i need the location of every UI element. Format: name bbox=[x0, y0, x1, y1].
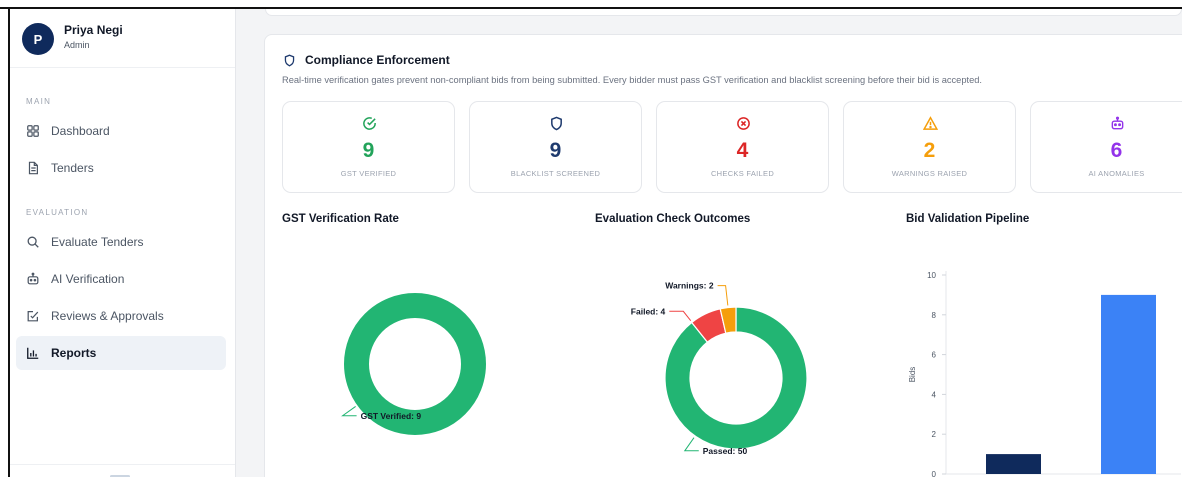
stat-value: 6 bbox=[1110, 139, 1123, 162]
stat-label: WARNINGS RAISED bbox=[891, 169, 968, 178]
callout-line bbox=[341, 406, 357, 417]
stat-card-blacklist-screened: 9 BLACKLIST SCREENED bbox=[469, 101, 642, 193]
stat-value: 2 bbox=[923, 139, 936, 162]
sidebar-item-label: Reviews & Approvals bbox=[51, 309, 164, 323]
y-tick-label: 10 bbox=[927, 271, 936, 280]
compliance-title: Compliance Enforcement bbox=[305, 53, 450, 67]
bar-chart-icon bbox=[27, 347, 39, 359]
stat-label: AI ANOMALIES bbox=[1088, 169, 1145, 178]
stat-card-gst-verified: 9 GST VERIFIED bbox=[282, 101, 455, 193]
window-top-border bbox=[0, 0, 1182, 9]
donut-slice-gst-verified[interactable] bbox=[344, 293, 486, 435]
shield-icon bbox=[284, 54, 295, 66]
sidebar-item-reviews-approvals[interactable]: Reviews & Approvals bbox=[16, 299, 226, 333]
main-content: Compliance Enforcement Real-time verific… bbox=[236, 9, 1182, 477]
chart-title-bid-validation-pipeline: Bid Validation Pipeline bbox=[906, 213, 1030, 225]
sidebar-item-tenders[interactable]: Tenders bbox=[16, 151, 226, 185]
shield-icon bbox=[551, 116, 562, 131]
sidebar-item-dashboard[interactable]: Dashboard bbox=[16, 114, 226, 148]
sidebar-item-label: Tenders bbox=[51, 161, 94, 175]
stat-value: 9 bbox=[362, 139, 375, 162]
sidebar-item-label: AI Verification bbox=[51, 272, 125, 286]
gst-verification-donut-chart: GST Verified: 9 bbox=[341, 293, 486, 435]
callout-label-failed: Failed: 4 bbox=[631, 306, 666, 316]
y-axis-label: Bids bbox=[908, 367, 917, 383]
check-circle-icon bbox=[363, 117, 376, 130]
bar-boq-price[interactable] bbox=[1101, 294, 1156, 474]
bar-company-info[interactable] bbox=[986, 454, 1041, 474]
robot-icon bbox=[27, 272, 39, 285]
stat-label: GST VERIFIED bbox=[340, 169, 397, 178]
sidebar-item-ai-verification[interactable]: AI Verification bbox=[16, 262, 226, 296]
y-tick-label: 2 bbox=[932, 430, 937, 439]
sidebar-divider bbox=[10, 464, 235, 465]
robot-icon bbox=[1111, 116, 1124, 130]
avatar[interactable]: P bbox=[22, 23, 54, 55]
sidebar-item-evaluate-tenders[interactable]: Evaluate Tenders bbox=[16, 225, 226, 259]
callout-line bbox=[683, 437, 699, 452]
document-icon bbox=[28, 161, 38, 175]
stat-label: BLACKLIST SCREENED bbox=[510, 169, 601, 178]
card-title: Compliance Enforcement bbox=[283, 53, 450, 67]
chart-title-gst-verification-rate: GST Verification Rate bbox=[282, 213, 399, 225]
user-profile[interactable]: P Priya Negi Admin bbox=[22, 23, 123, 55]
edit-checklist-icon bbox=[27, 311, 39, 322]
sidebar-item-label: Evaluate Tenders bbox=[51, 235, 144, 249]
stat-card-warnings-raised: 2 WARNINGS RAISED bbox=[843, 101, 1016, 193]
chart-title-evaluation-check-outcomes: Evaluation Check Outcomes bbox=[595, 213, 751, 225]
stat-value: 9 bbox=[549, 139, 562, 162]
stat-card-ai-anomalies: 6 AI ANOMALIES bbox=[1030, 101, 1182, 193]
sidebar-item-label: Reports bbox=[51, 346, 97, 360]
y-tick-label: 6 bbox=[932, 351, 937, 360]
callout-label-warnings: Warnings: 2 bbox=[665, 281, 714, 291]
y-tick-label: 4 bbox=[932, 390, 937, 399]
sidebar-item-reports[interactable]: Reports bbox=[16, 336, 226, 370]
search-icon bbox=[27, 236, 39, 248]
stat-label: CHECKS FAILED bbox=[710, 169, 775, 178]
callout-label-passed: Passed: 50 bbox=[703, 446, 748, 456]
window-left-border bbox=[0, 9, 10, 477]
callout-line bbox=[669, 310, 692, 322]
x-circle-icon bbox=[737, 117, 750, 130]
y-tick-label: 8 bbox=[932, 311, 937, 320]
previous-card-edge bbox=[265, 9, 1182, 16]
sidebar-item-label: Dashboard bbox=[51, 124, 110, 138]
section-label-main: MAIN bbox=[26, 97, 52, 106]
y-tick-label: 0 bbox=[932, 470, 937, 477]
user-role: Admin bbox=[64, 39, 90, 50]
section-label-evaluation: EVALUATION bbox=[26, 208, 89, 217]
warning-triangle-icon bbox=[923, 116, 938, 130]
stat-card-checks-failed: 4 CHECKS FAILED bbox=[656, 101, 829, 193]
user-name: Priya Negi bbox=[64, 22, 123, 37]
bid-validation-bar-chart: 0246810BidsCompany InfoBOQ / Price bbox=[908, 271, 1181, 477]
compliance-description: Real-time verification gates prevent non… bbox=[282, 75, 983, 85]
stat-value: 4 bbox=[736, 139, 749, 162]
callout-line bbox=[717, 285, 729, 306]
sidebar-divider bbox=[10, 67, 235, 68]
compliance-card: Compliance Enforcement Real-time verific… bbox=[264, 34, 1182, 477]
sidebar: P Priya Negi Admin MAIN Dashboard Tender… bbox=[10, 9, 236, 477]
dashboard-grid-icon bbox=[27, 125, 39, 137]
callout-label-gst-verified: GST Verified: 9 bbox=[361, 411, 422, 421]
evaluation-outcomes-donut-chart: Passed: 50 Failed: 4 Warnings: 2 bbox=[631, 281, 808, 456]
